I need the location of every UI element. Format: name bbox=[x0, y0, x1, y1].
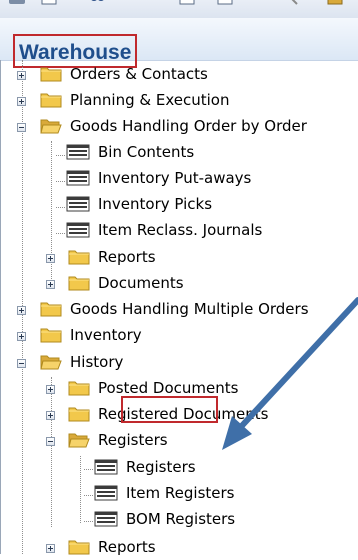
folder-icon bbox=[40, 93, 62, 108]
tree-item-label: BOM Registers bbox=[126, 510, 236, 528]
tree-item-label: Registered Documents bbox=[98, 405, 269, 423]
list-icon bbox=[66, 196, 90, 212]
expand-icon[interactable] bbox=[46, 411, 55, 420]
list-icon bbox=[66, 170, 90, 186]
tree-item-label: Reports bbox=[98, 248, 156, 266]
list-icon bbox=[66, 144, 90, 160]
folder-icon bbox=[68, 407, 90, 422]
toolbar-icon[interactable] bbox=[88, 0, 106, 6]
tree-item-label: Orders & Contacts bbox=[70, 65, 208, 83]
list-icon bbox=[94, 459, 118, 475]
tree-item-registers-folder[interactable]: Registers bbox=[0, 429, 358, 453]
tree-item-inventory-picks[interactable]: Inventory Picks bbox=[0, 193, 358, 217]
tree-item-goods-handling-order[interactable]: Goods Handling Order by Order bbox=[0, 115, 358, 139]
folder-icon bbox=[68, 276, 90, 291]
tree-item-label: Reports bbox=[98, 538, 156, 556]
toolbar-icon[interactable] bbox=[178, 0, 196, 6]
tree-item-history[interactable]: History bbox=[0, 351, 358, 375]
toolbar-icon[interactable] bbox=[8, 0, 26, 6]
expand-icon[interactable] bbox=[17, 306, 26, 315]
navigation-tree: Orders & Contacts Planning & Execution G… bbox=[0, 60, 358, 556]
tree-item-label: Inventory Put-aways bbox=[98, 169, 252, 187]
panel-header: Warehouse bbox=[0, 18, 358, 68]
folder-icon bbox=[40, 328, 62, 343]
tree-item-label: Goods Handling Order by Order bbox=[70, 117, 307, 135]
expand-icon[interactable] bbox=[17, 332, 26, 341]
folder-icon bbox=[68, 250, 90, 265]
tree-item-registered-documents[interactable]: Registered Documents bbox=[0, 403, 358, 427]
expand-icon[interactable] bbox=[46, 544, 55, 553]
toolbar-icon[interactable] bbox=[326, 0, 344, 6]
open-folder-icon bbox=[68, 433, 90, 448]
tree-item-planning-execution[interactable]: Planning & Execution bbox=[0, 89, 358, 113]
expand-icon[interactable] bbox=[17, 97, 26, 106]
tree-item-item-registers[interactable]: Item Registers bbox=[0, 482, 358, 506]
tree-item-inventory[interactable]: Inventory bbox=[0, 324, 358, 348]
tree-item-label: Documents bbox=[98, 274, 184, 292]
toolbar-icon[interactable] bbox=[282, 0, 300, 6]
tree-item-label: Registers bbox=[98, 431, 168, 449]
tree-item-posted-documents[interactable]: Posted Documents bbox=[0, 377, 358, 401]
tree-item-label: History bbox=[70, 353, 124, 371]
collapse-icon[interactable] bbox=[17, 359, 26, 368]
collapse-icon[interactable] bbox=[46, 437, 55, 446]
expand-icon[interactable] bbox=[17, 71, 26, 80]
folder-icon bbox=[40, 302, 62, 317]
tree-item-bin-contents[interactable]: Bin Contents bbox=[0, 141, 358, 165]
tree-item-item-reclass[interactable]: Item Reclass. Journals bbox=[0, 219, 358, 243]
tree-item-goods-handling-multiple[interactable]: Goods Handling Multiple Orders bbox=[0, 298, 358, 322]
tree-item-registers[interactable]: Registers bbox=[0, 456, 358, 480]
open-folder-icon bbox=[40, 355, 62, 370]
collapse-icon[interactable] bbox=[17, 123, 26, 132]
toolbar-icon[interactable] bbox=[40, 0, 58, 6]
expand-icon[interactable] bbox=[46, 385, 55, 394]
list-icon bbox=[66, 222, 90, 238]
folder-icon bbox=[40, 67, 62, 82]
folder-icon bbox=[68, 540, 90, 555]
tree-item-label: Inventory Picks bbox=[98, 195, 213, 213]
tree-item-label: Bin Contents bbox=[98, 143, 195, 161]
tree-item-inventory-putaways[interactable]: Inventory Put-aways bbox=[0, 167, 358, 191]
expand-icon[interactable] bbox=[46, 254, 55, 263]
tree-item-label: Inventory bbox=[70, 326, 142, 344]
list-icon bbox=[94, 511, 118, 527]
toolbar bbox=[0, 0, 358, 18]
tree-item-label: Item Registers bbox=[126, 484, 235, 502]
tree-item-label: Item Reclass. Journals bbox=[98, 221, 263, 239]
toolbar-icon[interactable] bbox=[216, 0, 234, 6]
tree-item-label: Planning & Execution bbox=[70, 91, 230, 109]
list-icon bbox=[94, 485, 118, 501]
folder-icon bbox=[68, 381, 90, 396]
tree-item-bom-registers[interactable]: BOM Registers bbox=[0, 508, 358, 532]
tree-item-reports[interactable]: Reports bbox=[0, 246, 358, 270]
tree-item-label: Goods Handling Multiple Orders bbox=[70, 300, 309, 318]
tree-item-reports-bottom[interactable]: Reports bbox=[0, 536, 358, 560]
tree-item-documents[interactable]: Documents bbox=[0, 272, 358, 296]
tree-item-label: Posted Documents bbox=[98, 379, 239, 397]
expand-icon[interactable] bbox=[46, 280, 55, 289]
open-folder-icon bbox=[40, 119, 62, 134]
tree-item-orders-contacts[interactable]: Orders & Contacts bbox=[0, 63, 358, 87]
tree-item-label: Registers bbox=[126, 458, 196, 476]
